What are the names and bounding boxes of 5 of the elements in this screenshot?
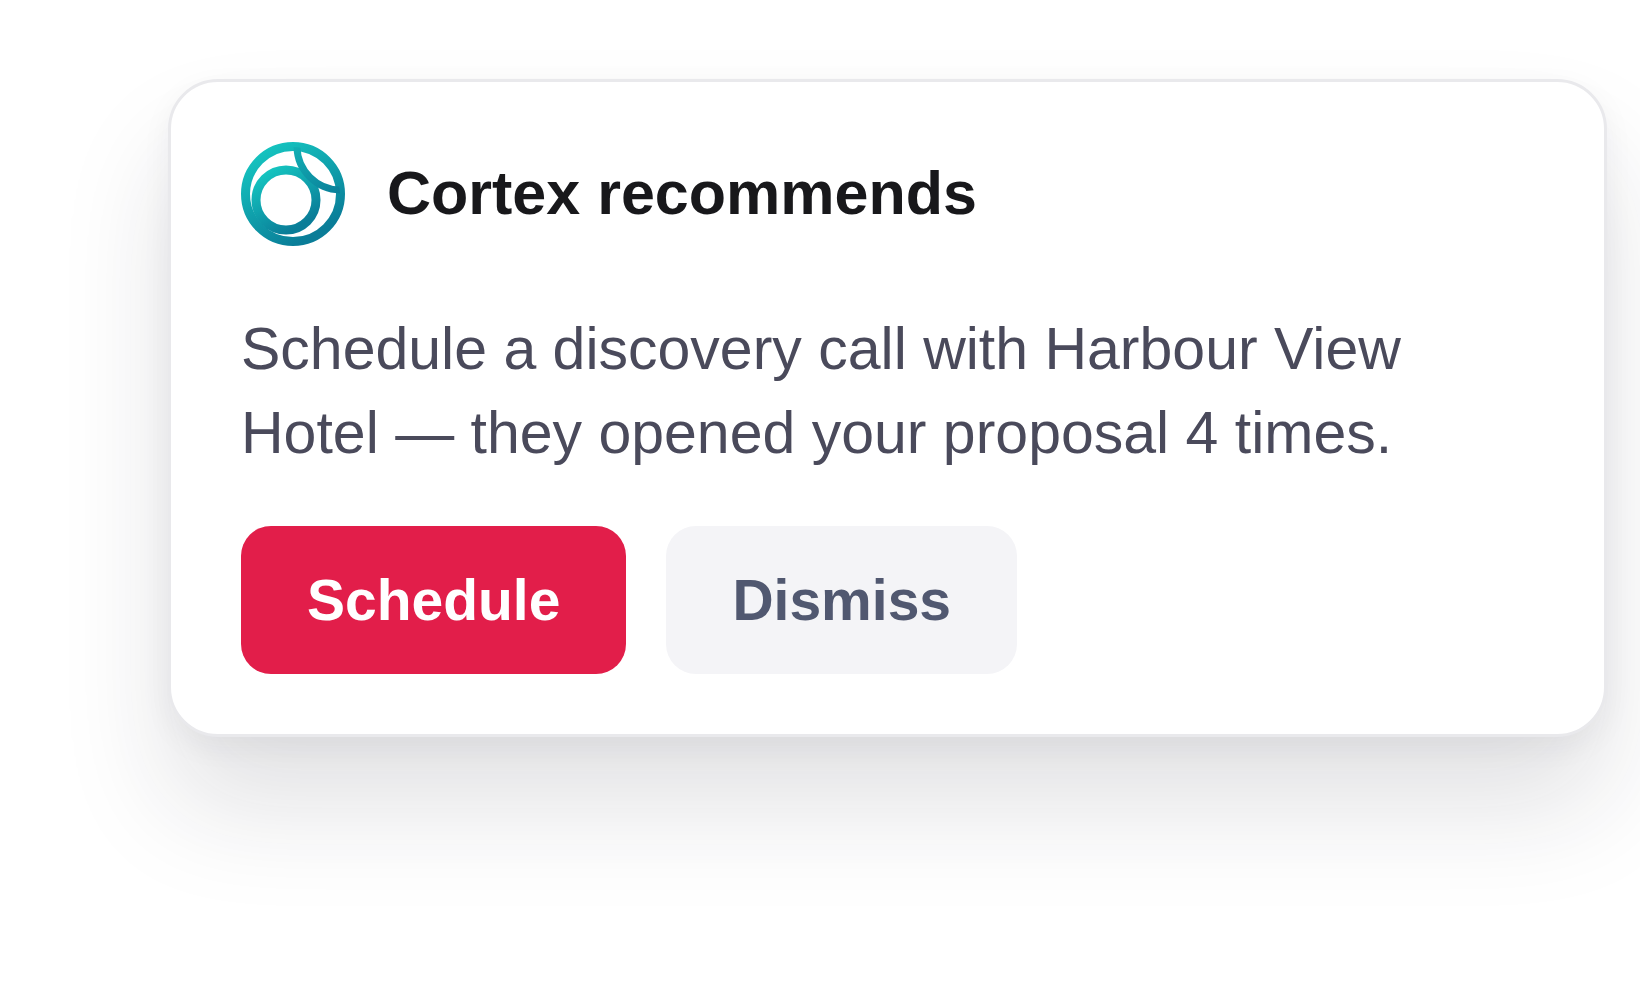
dismiss-button[interactable]: Dismiss: [666, 526, 1018, 674]
logo-icon: [241, 142, 345, 246]
schedule-button[interactable]: Schedule: [241, 526, 627, 674]
recommendation-text: Schedule a discovery call with Harbour View Hotel — they opened your proposal 4 times.: [241, 315, 1402, 468]
card-title: Cortex recommends: [387, 160, 977, 228]
